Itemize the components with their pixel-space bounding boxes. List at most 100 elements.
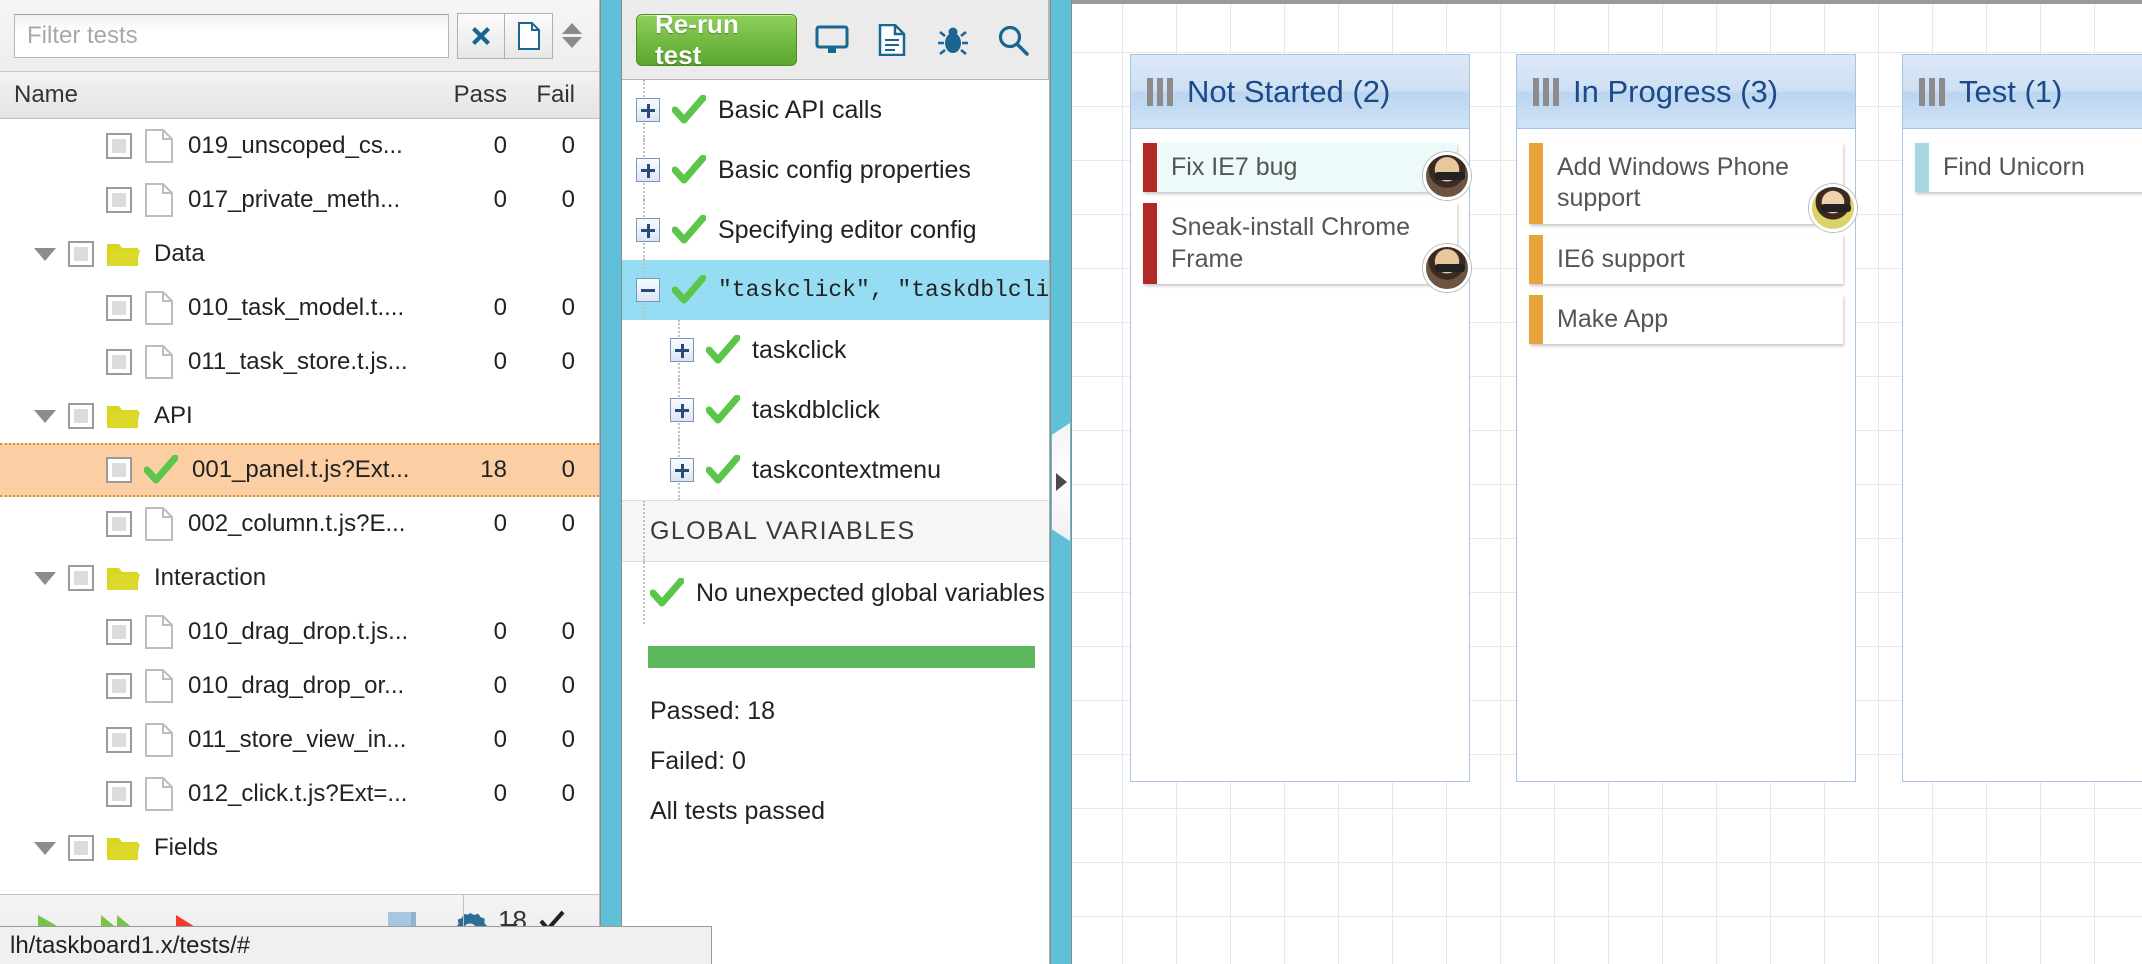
failed-line: Failed: 0 xyxy=(650,747,746,775)
check-pass-icon xyxy=(144,455,178,484)
board-column[interactable]: Test (1) Find Unicorn xyxy=(1902,54,2142,782)
expand-plus-icon[interactable] xyxy=(636,158,660,182)
column-header-fail[interactable]: Fail xyxy=(507,81,599,109)
expand-plus-icon[interactable] xyxy=(670,458,694,482)
expand-caret-icon[interactable] xyxy=(34,841,56,855)
row-checkbox[interactable] xyxy=(106,349,132,375)
board-column-body[interactable]: Add Windows Phone support IE6 support Make… xyxy=(1517,129,1857,367)
row-checkbox[interactable] xyxy=(106,619,132,645)
assertion-row[interactable]: "taskclick", "taskdblclick" a xyxy=(622,260,1049,320)
task-card[interactable]: Fix IE7 bug xyxy=(1143,143,1471,201)
clear-filter-button[interactable] xyxy=(457,12,505,59)
tree-row-pass: 0 xyxy=(493,672,507,699)
expand-caret-icon[interactable] xyxy=(34,247,56,261)
board-column-header[interactable]: Not Started (2) xyxy=(1131,55,1469,129)
expand-caret-icon[interactable] xyxy=(34,571,56,585)
row-checkbox[interactable] xyxy=(106,457,132,483)
search-button[interactable] xyxy=(988,14,1038,66)
assertion-row[interactable]: Specifying editor config xyxy=(622,200,1049,260)
task-card[interactable]: IE6 support xyxy=(1529,234,1843,284)
file-icon xyxy=(145,183,173,217)
monitor-icon xyxy=(815,25,849,53)
expand-plus-icon[interactable] xyxy=(636,98,660,122)
tree-row[interactable]: 010_drag_drop_or... 0 0 xyxy=(0,659,599,713)
row-checkbox[interactable] xyxy=(106,511,132,537)
assertion-row[interactable]: taskdblclick xyxy=(622,380,1049,440)
tree-row[interactable]: 011_store_view_in... 0 0 xyxy=(0,713,599,767)
assertion-row[interactable]: taskclick xyxy=(622,320,1049,380)
tree-row[interactable]: 002_column.t.js?E... 0 0 xyxy=(0,497,599,551)
row-checkbox[interactable] xyxy=(68,241,94,267)
tree-row[interactable]: Data xyxy=(0,227,599,281)
expand-plus-icon[interactable] xyxy=(670,398,694,422)
check-pass-icon xyxy=(672,275,706,304)
splitter-collapse-handle[interactable] xyxy=(1052,423,1070,541)
test-tree-body[interactable]: 019_unscoped_cs... 0 0 017_private_meth... 0… xyxy=(0,119,599,894)
board-column-header[interactable]: Test (1) xyxy=(1903,55,2142,129)
global-variables-row[interactable]: No unexpected global variables xyxy=(622,562,1049,624)
statusbar-text: lh/taskboard1.x/tests/# xyxy=(10,931,251,959)
passed-line: Passed: 18 xyxy=(650,697,776,725)
task-card[interactable]: Find Unicorn xyxy=(1915,143,2142,193)
row-checkbox[interactable] xyxy=(106,295,132,321)
tree-row[interactable]: 001_panel.t.js?Ext... 18 0 xyxy=(0,443,599,497)
tree-row[interactable]: 019_unscoped_cs... 0 0 xyxy=(0,119,599,173)
board-column-body[interactable]: Fix IE7 bug Sneak-install Chrome Frame xyxy=(1131,129,1471,307)
row-checkbox[interactable] xyxy=(68,835,94,861)
collapse-minus-icon[interactable] xyxy=(636,278,660,302)
board-column[interactable]: Not Started (2) Fix IE7 bug Sneak-install … xyxy=(1130,54,1471,782)
row-checkbox[interactable] xyxy=(106,673,132,699)
row-checkbox[interactable] xyxy=(106,781,132,807)
expand-plus-icon[interactable] xyxy=(670,338,694,362)
assertion-row[interactable]: Basic API calls xyxy=(622,80,1049,140)
check-pass-icon xyxy=(706,395,740,424)
task-card[interactable]: Add Windows Phone support xyxy=(1529,143,1857,232)
tree-row[interactable]: 010_task_model.t.... 0 0 xyxy=(0,281,599,335)
tree-row[interactable]: API xyxy=(0,389,599,443)
tree-row[interactable]: 010_drag_drop.t.js... 0 0 xyxy=(0,605,599,659)
assertion-list[interactable]: Basic API calls Basic config properties Sp… xyxy=(622,80,1049,500)
assertion-row[interactable]: Basic config properties xyxy=(622,140,1049,200)
splitter-left[interactable] xyxy=(600,0,622,964)
tree-row[interactable]: 012_click.t.js?Ext=... 0 0 xyxy=(0,767,599,821)
tree-row-fail: 0 xyxy=(561,510,575,537)
board-column-body[interactable]: Find Unicorn xyxy=(1903,129,2142,215)
expand-caret-icon[interactable] xyxy=(34,409,56,423)
task-card[interactable]: Make App xyxy=(1529,294,1843,344)
tree-row[interactable]: 017_private_meth... 0 0 xyxy=(0,173,599,227)
board-column[interactable]: In Progress (3) Add Windows Phone support… xyxy=(1516,54,1857,782)
new-test-button[interactable] xyxy=(505,12,553,59)
global-variables-header: GLOBAL VARIABLES xyxy=(622,500,1049,562)
row-checkbox[interactable] xyxy=(68,403,94,429)
expand-plus-icon[interactable] xyxy=(636,218,660,242)
drag-grip-icon[interactable] xyxy=(1533,77,1559,106)
tree-row-label: 017_private_meth... xyxy=(188,186,401,213)
filter-tests-input[interactable] xyxy=(14,13,449,58)
tree-row[interactable]: 011_task_store.t.js... 0 0 xyxy=(0,335,599,389)
view-source-button[interactable] xyxy=(867,14,917,66)
rerun-test-button[interactable]: Re-run test xyxy=(636,9,798,70)
row-checkbox[interactable] xyxy=(106,187,132,213)
tree-row-label: Interaction xyxy=(154,564,267,591)
drag-grip-icon[interactable] xyxy=(1147,77,1173,106)
assertion-panel: Re-run test Basic API calls Basic config… xyxy=(622,0,1050,964)
spinner-updown-icon[interactable] xyxy=(553,13,591,59)
row-checkbox[interactable] xyxy=(106,133,132,159)
board-column-header[interactable]: In Progress (3) xyxy=(1517,55,1855,129)
open-in-browser-button[interactable] xyxy=(807,14,857,66)
task-card-title: Add Windows Phone support xyxy=(1557,153,1790,213)
debug-button[interactable] xyxy=(928,14,978,66)
tree-row-pass: 0 xyxy=(493,726,507,753)
column-header-name[interactable]: Name xyxy=(0,81,415,109)
row-checkbox[interactable] xyxy=(106,727,132,753)
board-column-title: In Progress (3) xyxy=(1573,73,1779,109)
column-header-pass[interactable]: Pass xyxy=(415,81,507,109)
task-card[interactable]: Sneak-install Chrome Frame xyxy=(1143,203,1471,292)
drag-grip-icon[interactable] xyxy=(1919,77,1945,106)
avatar-glasses xyxy=(1435,172,1465,181)
assertion-row[interactable]: taskcontextmenu xyxy=(622,440,1049,500)
tree-row[interactable]: Interaction xyxy=(0,551,599,605)
tree-row[interactable]: Fields xyxy=(0,821,599,875)
splitter-right[interactable] xyxy=(1050,0,1072,964)
row-checkbox[interactable] xyxy=(68,565,94,591)
